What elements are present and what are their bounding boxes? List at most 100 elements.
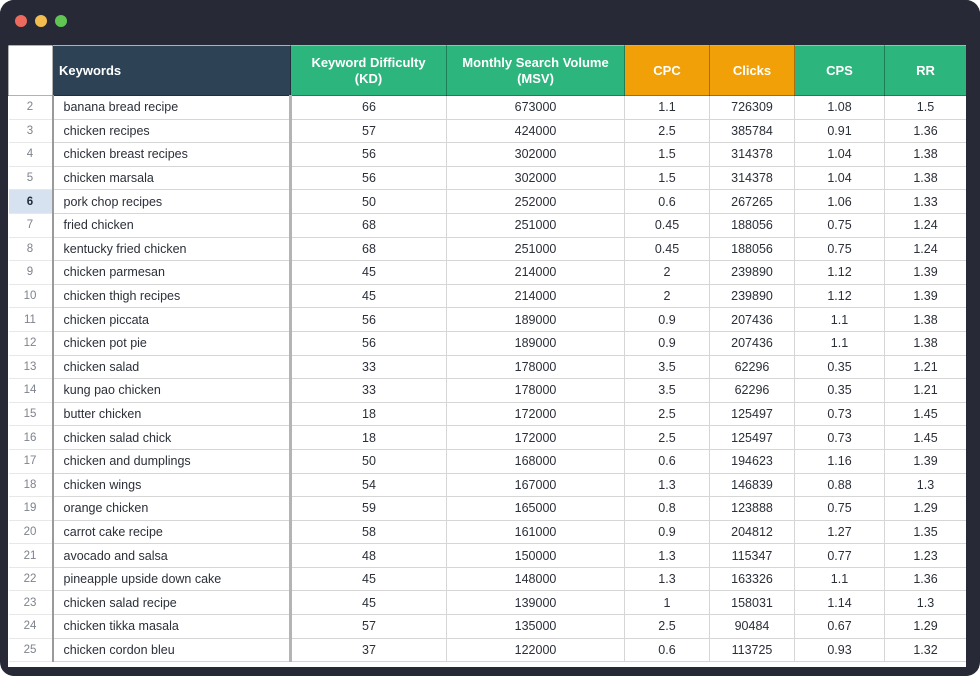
cell-msv[interactable]: 302000: [446, 165, 625, 191]
cell-clicks[interactable]: 62296: [709, 378, 795, 403]
cell-keyword[interactable]: chicken piccata: [51, 307, 291, 332]
cell-rr[interactable]: 1.36: [884, 118, 966, 144]
cell-msv[interactable]: 214000: [446, 260, 625, 285]
cell-kd[interactable]: 56: [289, 330, 447, 356]
cell-cps[interactable]: 0.67: [794, 614, 885, 639]
cell-keyword[interactable]: banana bread recipe: [51, 95, 291, 120]
cell-cpc[interactable]: 0.45: [624, 236, 710, 262]
cell-cps[interactable]: 1.27: [794, 519, 885, 545]
cell-msv[interactable]: 178000: [446, 378, 625, 403]
cell-rr[interactable]: 1.38: [884, 165, 966, 191]
cell-clicks[interactable]: 239890: [709, 260, 795, 285]
cell-clicks[interactable]: 125497: [709, 401, 795, 427]
row-number-cell[interactable]: 10: [8, 283, 53, 309]
cell-cps[interactable]: 1.14: [794, 590, 885, 616]
cell-msv[interactable]: 165000: [446, 496, 625, 521]
cell-clicks[interactable]: 115347: [709, 543, 795, 568]
row-number-cell[interactable]: 11: [8, 307, 53, 332]
maximize-button[interactable]: [55, 15, 67, 27]
cell-kd[interactable]: 18: [289, 401, 447, 427]
cell-clicks[interactable]: 239890: [709, 283, 795, 309]
cell-kd[interactable]: 48: [289, 543, 447, 568]
cell-cps[interactable]: 1.16: [794, 448, 885, 474]
table-row[interactable]: 23 chicken salad recipe 45 139000 1 158031 1.1…: [8, 590, 966, 616]
cell-kd[interactable]: 33: [289, 354, 447, 380]
cell-kd[interactable]: 59: [289, 496, 447, 521]
table-row[interactable]: 7 fried chicken 68 251000 0.45 188056 0.75 1.24: [8, 212, 966, 238]
table-row[interactable]: 8 kentucky fried chicken 68 251000 0.45 18805…: [8, 236, 966, 262]
table-row[interactable]: 20 carrot cake recipe 58 161000 0.9 204812 1.2…: [8, 519, 966, 545]
cell-cps[interactable]: 0.35: [794, 378, 885, 403]
cell-cpc[interactable]: 1.3: [624, 543, 710, 568]
table-row[interactable]: 5 chicken marsala 56 302000 1.5 314378 1.04 1.3…: [8, 165, 966, 191]
cell-keyword[interactable]: chicken and dumplings: [51, 448, 291, 474]
cell-rr[interactable]: 1.24: [884, 236, 966, 262]
cell-clicks[interactable]: 158031: [709, 590, 795, 616]
cell-cps[interactable]: 0.73: [794, 401, 885, 427]
cell-keyword[interactable]: butter chicken: [51, 401, 291, 427]
cell-clicks[interactable]: 123888: [709, 496, 795, 521]
cell-keyword[interactable]: chicken pot pie: [51, 330, 291, 356]
cell-rr[interactable]: 1.45: [884, 425, 966, 450]
cell-keyword[interactable]: chicken recipes: [51, 118, 291, 144]
row-number-cell[interactable]: 4: [8, 142, 53, 167]
cell-rr[interactable]: 1.3: [884, 472, 966, 498]
row-number-cell[interactable]: 3: [8, 118, 53, 144]
cell-rr[interactable]: 1.3: [884, 590, 966, 616]
cell-rr[interactable]: 1.38: [884, 330, 966, 356]
cell-clicks[interactable]: 62296: [709, 354, 795, 380]
cell-cpc[interactable]: 0.9: [624, 307, 710, 332]
cell-cpc[interactable]: 3.5: [624, 378, 710, 403]
cell-rr[interactable]: 1.45: [884, 401, 966, 427]
cell-cpc[interactable]: 1: [624, 590, 710, 616]
column-header-monthly-search-volume[interactable]: Monthly Search Volume (MSV): [446, 45, 625, 96]
cell-clicks[interactable]: 113725: [709, 637, 795, 663]
cell-rr[interactable]: 1.21: [884, 378, 966, 403]
table-row[interactable]: 16 chicken salad chick 18 172000 2.5 125497 0.…: [8, 425, 966, 450]
cell-cpc[interactable]: 2: [624, 283, 710, 309]
cell-kd[interactable]: 50: [289, 189, 447, 214]
cell-cps[interactable]: 1.1: [794, 307, 885, 332]
cell-msv[interactable]: 189000: [446, 307, 625, 332]
spreadsheet-grid[interactable]: 1 Keywords Keyword Difficulty (KD) Month…: [8, 45, 966, 667]
cell-rr[interactable]: 1.36: [884, 566, 966, 592]
cell-msv[interactable]: 178000: [446, 354, 625, 380]
cell-clicks[interactable]: 314378: [709, 165, 795, 191]
table-row[interactable]: 22 pineapple upside down cake 45 148000 1.3 1…: [8, 566, 966, 592]
cell-clicks[interactable]: 267265: [709, 189, 795, 214]
table-row[interactable]: 18 chicken wings 54 167000 1.3 146839 0.88 1.3: [8, 472, 966, 498]
cell-clicks[interactable]: 188056: [709, 236, 795, 262]
cell-cpc[interactable]: 2.5: [624, 401, 710, 427]
cell-msv[interactable]: 214000: [446, 283, 625, 309]
table-row[interactable]: 13 chicken salad 33 178000 3.5 62296 0.35 1.21: [8, 354, 966, 380]
column-header-cps[interactable]: CPS: [794, 45, 885, 96]
cell-keyword[interactable]: chicken thigh recipes: [51, 283, 291, 309]
cell-cps[interactable]: 0.73: [794, 425, 885, 450]
cell-clicks[interactable]: 726309: [709, 95, 795, 120]
cell-msv[interactable]: 251000: [446, 236, 625, 262]
table-row[interactable]: 21 avocado and salsa 48 150000 1.3 115347 0.77…: [8, 543, 966, 568]
row-number-cell[interactable]: 12: [8, 330, 53, 356]
cell-msv[interactable]: 251000: [446, 212, 625, 238]
cell-rr[interactable]: 1.29: [884, 496, 966, 521]
cell-rr[interactable]: 1.29: [884, 614, 966, 639]
column-header-clicks[interactable]: Clicks: [709, 45, 795, 96]
cell-clicks[interactable]: 188056: [709, 212, 795, 238]
table-row[interactable]: 6 pork chop recipes 50 252000 0.6 267265 1.06 1…: [8, 189, 966, 214]
close-button[interactable]: [15, 15, 27, 27]
cell-msv[interactable]: 252000: [446, 189, 625, 214]
cell-keyword[interactable]: chicken salad: [51, 354, 291, 380]
cell-msv[interactable]: 424000: [446, 118, 625, 144]
cell-kd[interactable]: 45: [289, 590, 447, 616]
cell-kd[interactable]: 66: [289, 95, 447, 120]
cell-msv[interactable]: 135000: [446, 614, 625, 639]
cell-kd[interactable]: 68: [289, 236, 447, 262]
cell-cpc[interactable]: 1.5: [624, 142, 710, 167]
header-row-number[interactable]: 1: [8, 45, 53, 96]
row-number-cell[interactable]: 7: [8, 212, 53, 238]
cell-cps[interactable]: 1.12: [794, 260, 885, 285]
cell-kd[interactable]: 45: [289, 260, 447, 285]
cell-clicks[interactable]: 146839: [709, 472, 795, 498]
table-row[interactable]: 25 chicken cordon bleu 37 122000 0.6 113725 0.…: [8, 637, 966, 663]
cell-cps[interactable]: 1.06: [794, 189, 885, 214]
